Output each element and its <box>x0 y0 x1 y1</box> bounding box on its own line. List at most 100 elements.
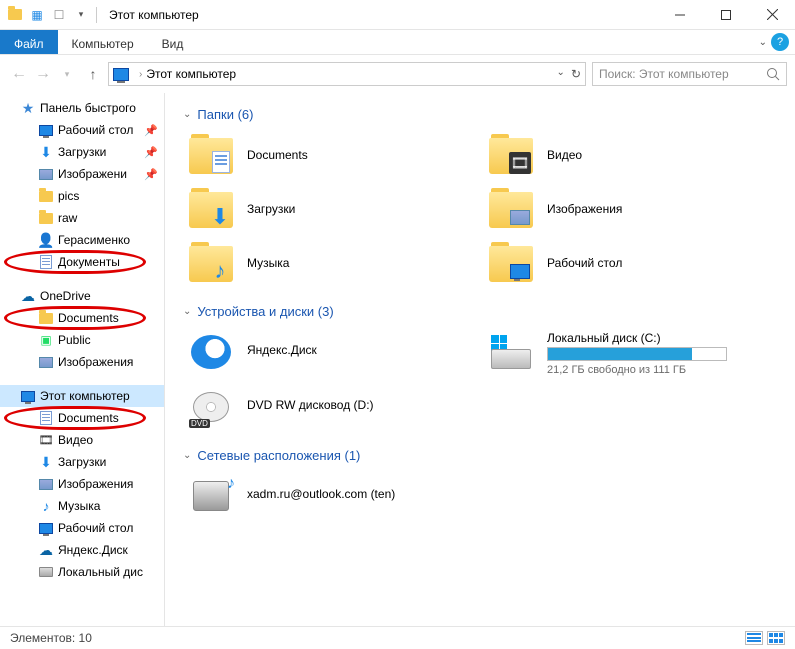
label: OneDrive <box>40 289 91 303</box>
view-toggle <box>745 631 785 645</box>
sidebar-pc-videos[interactable]: 🎞 Видео <box>0 429 164 451</box>
pictures-icon <box>38 354 54 370</box>
navigation-pane: ★Панель быстрого Рабочий стол📌 ⬇Загрузки… <box>0 93 165 626</box>
sidebar-pc-music[interactable]: ♪ Музыка <box>0 495 164 517</box>
pin-icon: 📌 <box>144 124 158 137</box>
close-button[interactable] <box>749 0 795 29</box>
folder-desktop[interactable]: Рабочий стол <box>487 242 777 284</box>
main-area: ★Панель быстрого Рабочий стол📌 ⬇Загрузки… <box>0 93 795 626</box>
sidebar-pics[interactable]: pics <box>0 185 164 207</box>
ribbon-collapse-icon[interactable]: ⌄ <box>759 37 767 48</box>
address-actions: ⌄ ↻ <box>557 67 581 81</box>
folder-icon: ⬇ <box>187 188 235 230</box>
sidebar-downloads[interactable]: ⬇Загрузки📌 <box>0 141 164 163</box>
folder-documents[interactable]: Documents <box>187 134 477 176</box>
folder-icon <box>38 210 54 226</box>
window-controls <box>657 0 795 29</box>
disk-icon <box>38 564 54 580</box>
sidebar-pictures[interactable]: Изображени📌 <box>0 163 164 185</box>
tab-computer[interactable]: Компьютер <box>58 30 148 54</box>
sidebar-quick-access[interactable]: ★Панель быстрого <box>0 97 164 119</box>
label: Public <box>58 333 91 347</box>
minimize-button[interactable] <box>657 0 703 29</box>
tab-view[interactable]: Вид <box>148 30 198 54</box>
folder-icon: ▣ <box>38 332 54 348</box>
sidebar-pc-desktop[interactable]: Рабочий стол <box>0 517 164 539</box>
sidebar-pc-pictures[interactable]: Изображения <box>0 473 164 495</box>
drive-local-c[interactable]: Локальный диск (C:) 21,2 ГБ свободно из … <box>487 331 777 376</box>
folder-icon <box>187 134 235 176</box>
network-drive-icon: ♪ <box>187 475 235 517</box>
sidebar-raw[interactable]: raw <box>0 207 164 229</box>
qat-new-folder-icon[interactable]: ☐ <box>50 6 68 24</box>
content-pane: ⌄ Папки (6) Documents 🎞 Видео ⬇ Загрузки… <box>165 93 795 626</box>
sidebar-this-pc[interactable]: Этот компьютер <box>0 385 164 407</box>
sidebar-gerasimenko[interactable]: 👤 Герасименко <box>0 229 164 251</box>
folder-music[interactable]: ♪ Музыка <box>187 242 477 284</box>
sidebar-onedrive-documents[interactable]: Documents <box>0 307 164 329</box>
label: xadm.ru@outlook.com (ten) <box>247 487 477 501</box>
address-bar[interactable]: › Этот компьютер ⌄ ↻ <box>108 62 586 86</box>
qat-dropdown-icon[interactable]: ▾ <box>72 6 90 24</box>
nav-back-button[interactable]: ← <box>8 65 30 83</box>
drive-dvd[interactable]: DVD DVD RW дисковод (D:) <box>187 386 477 428</box>
sidebar-pc-documents[interactable]: Documents <box>0 407 164 429</box>
group-folders-header[interactable]: ⌄ Папки (6) <box>183 107 777 122</box>
status-bar: Элементов: 10 <box>0 626 795 649</box>
view-icons-button[interactable] <box>767 631 785 645</box>
folder-pictures[interactable]: Изображения <box>487 188 777 230</box>
maximize-icon <box>721 10 731 20</box>
search-box[interactable]: Поиск: Этот компьютер <box>592 62 787 86</box>
yandex-disk-icon <box>187 331 235 373</box>
pin-icon: 📌 <box>144 168 158 181</box>
group-drives-header[interactable]: ⌄ Устройства и диски (3) <box>183 304 777 319</box>
qat-properties-icon[interactable]: ▦ <box>28 6 46 24</box>
help-button[interactable]: ? <box>771 33 789 51</box>
maximize-button[interactable] <box>703 0 749 29</box>
folder-videos[interactable]: 🎞 Видео <box>487 134 777 176</box>
refresh-button[interactable]: ↻ <box>571 67 581 81</box>
sidebar-onedrive-public[interactable]: ▣ Public <box>0 329 164 351</box>
label: Documents <box>58 411 119 425</box>
nav-forward-button[interactable]: → <box>32 65 54 83</box>
video-icon: 🎞 <box>38 432 54 448</box>
drive-yandex[interactable]: Яндекс.Диск <box>187 331 477 376</box>
group-network-header[interactable]: ⌄ Сетевые расположения (1) <box>183 448 777 463</box>
label: Локальный диск (C:) <box>547 331 777 345</box>
capacity-bar <box>547 347 727 361</box>
label: Изображения <box>58 477 133 491</box>
chevron-right-icon[interactable]: › <box>139 69 142 80</box>
sidebar-onedrive-pictures[interactable]: Изображения <box>0 351 164 373</box>
network-location[interactable]: ♪ xadm.ru@outlook.com (ten) <box>187 475 477 517</box>
sidebar-onedrive[interactable]: ☁OneDrive <box>0 285 164 307</box>
label: Видео <box>58 433 93 447</box>
search-placeholder: Поиск: Этот компьютер <box>599 67 729 81</box>
label: Яндекс.Диск <box>58 543 128 557</box>
sidebar-desktop[interactable]: Рабочий стол📌 <box>0 119 164 141</box>
star-icon: ★ <box>20 100 36 116</box>
capacity-text: 21,2 ГБ свободно из 111 ГБ <box>547 364 777 376</box>
music-icon: ♪ <box>38 498 54 514</box>
app-icon <box>6 6 24 24</box>
drives-grid: Яндекс.Диск Локальный диск (C:) 21,2 ГБ … <box>183 331 777 428</box>
nav-up-button[interactable]: ↑ <box>84 66 102 82</box>
label: Герасименко <box>58 233 130 247</box>
person-icon: 👤 <box>38 232 54 248</box>
folder-downloads[interactable]: ⬇ Загрузки <box>187 188 477 230</box>
this-pc-icon <box>113 68 129 81</box>
sidebar-pc-downloads[interactable]: ⬇Загрузки <box>0 451 164 473</box>
quick-access-toolbar: ▦ ☐ ▾ <box>0 6 99 24</box>
tab-file[interactable]: Файл <box>0 30 58 54</box>
sidebar-pc-yandex[interactable]: ☁Яндекс.Диск <box>0 539 164 561</box>
desktop-icon <box>38 520 54 536</box>
download-icon: ⬇ <box>38 144 54 160</box>
dvd-icon: DVD <box>187 386 235 428</box>
nav-recent-dropdown[interactable]: ▾ <box>56 69 78 80</box>
sidebar-documents-quick[interactable]: Документы <box>0 251 164 273</box>
breadcrumb-this-pc[interactable]: Этот компьютер <box>146 67 236 81</box>
sidebar-pc-localdisk[interactable]: Локальный дис <box>0 561 164 583</box>
view-details-button[interactable] <box>745 631 763 645</box>
folder-icon <box>487 188 535 230</box>
label: Музыка <box>58 499 100 513</box>
address-dropdown-icon[interactable]: ⌄ <box>557 67 565 81</box>
